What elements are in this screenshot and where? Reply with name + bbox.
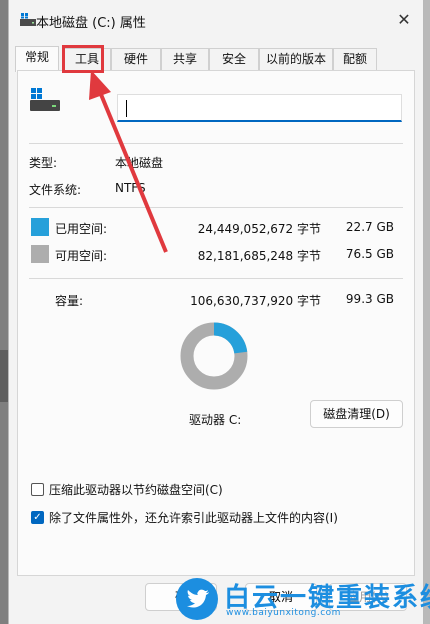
twitter-bird-icon xyxy=(176,578,218,620)
tab-previous-versions[interactable]: 以前的版本 xyxy=(259,48,333,70)
window-title: 本地磁盘 (C:) 属性 xyxy=(36,16,146,31)
free-space-swatch xyxy=(31,245,49,263)
tab-general[interactable]: 常规 xyxy=(15,46,59,72)
type-value: 本地磁盘 xyxy=(115,156,164,170)
filesystem-label: 文件系统: xyxy=(29,183,82,197)
separator-top xyxy=(29,143,403,144)
free-space-size: 76.5 GB xyxy=(345,247,394,261)
drive-letter-label: 驱动器 C: xyxy=(189,413,242,427)
compress-checkbox[interactable] xyxy=(31,483,44,496)
usage-donut-chart xyxy=(180,322,248,390)
capacity-size: 99.3 GB xyxy=(345,292,394,306)
index-checkbox[interactable]: ✓ xyxy=(31,511,44,524)
drive-title-icon xyxy=(20,13,36,26)
close-button[interactable]: ✕ xyxy=(393,9,415,31)
tab-security[interactable]: 安全 xyxy=(209,48,259,70)
capacity-label: 容量: xyxy=(55,294,84,308)
drive-name-input[interactable] xyxy=(117,94,402,122)
close-icon: ✕ xyxy=(397,10,411,29)
annotation-highlight-box xyxy=(62,45,104,73)
capacity-bytes: 106,630,737,920 字节 xyxy=(190,294,321,308)
tab-sharing[interactable]: 共享 xyxy=(161,48,209,70)
watermark: 白云一键重装系统 www.baiyunxitong.com xyxy=(176,575,430,624)
free-space-label: 可用空间: xyxy=(55,249,108,263)
used-space-swatch xyxy=(31,218,49,236)
drive-icon xyxy=(30,88,60,111)
disk-cleanup-button[interactable]: 磁盘清理(D) xyxy=(310,400,403,428)
separator-middle xyxy=(29,207,403,208)
separator-capacity xyxy=(29,278,403,279)
free-space-bytes: 82,181,685,248 字节 xyxy=(197,249,321,263)
properties-window: 本地磁盘 (C:) 属性 ✕ 常规 工具 硬件 共享 安全 以前的版本 配额 类… xyxy=(8,0,424,624)
compress-label[interactable]: 压缩此驱动器以节约磁盘空间(C) xyxy=(49,481,223,498)
index-label[interactable]: 除了文件属性外，还允许索引此驱动器上文件的内容(I) xyxy=(49,509,338,526)
tab-hardware[interactable]: 硬件 xyxy=(111,48,161,70)
used-space-size: 22.7 GB xyxy=(345,220,394,234)
tab-quota[interactable]: 配额 xyxy=(333,48,377,70)
type-label: 类型: xyxy=(29,156,58,170)
used-space-bytes: 24,449,052,672 字节 xyxy=(197,222,321,236)
checkmark-icon: ✓ xyxy=(33,512,42,523)
text-caret xyxy=(126,100,127,117)
watermark-url: www.baiyunxitong.com xyxy=(226,608,341,618)
used-space-label: 已用空间: xyxy=(55,222,108,236)
filesystem-value: NTFS xyxy=(115,181,146,195)
title-bar[interactable]: 本地磁盘 (C:) 属性 ✕ xyxy=(9,0,423,40)
